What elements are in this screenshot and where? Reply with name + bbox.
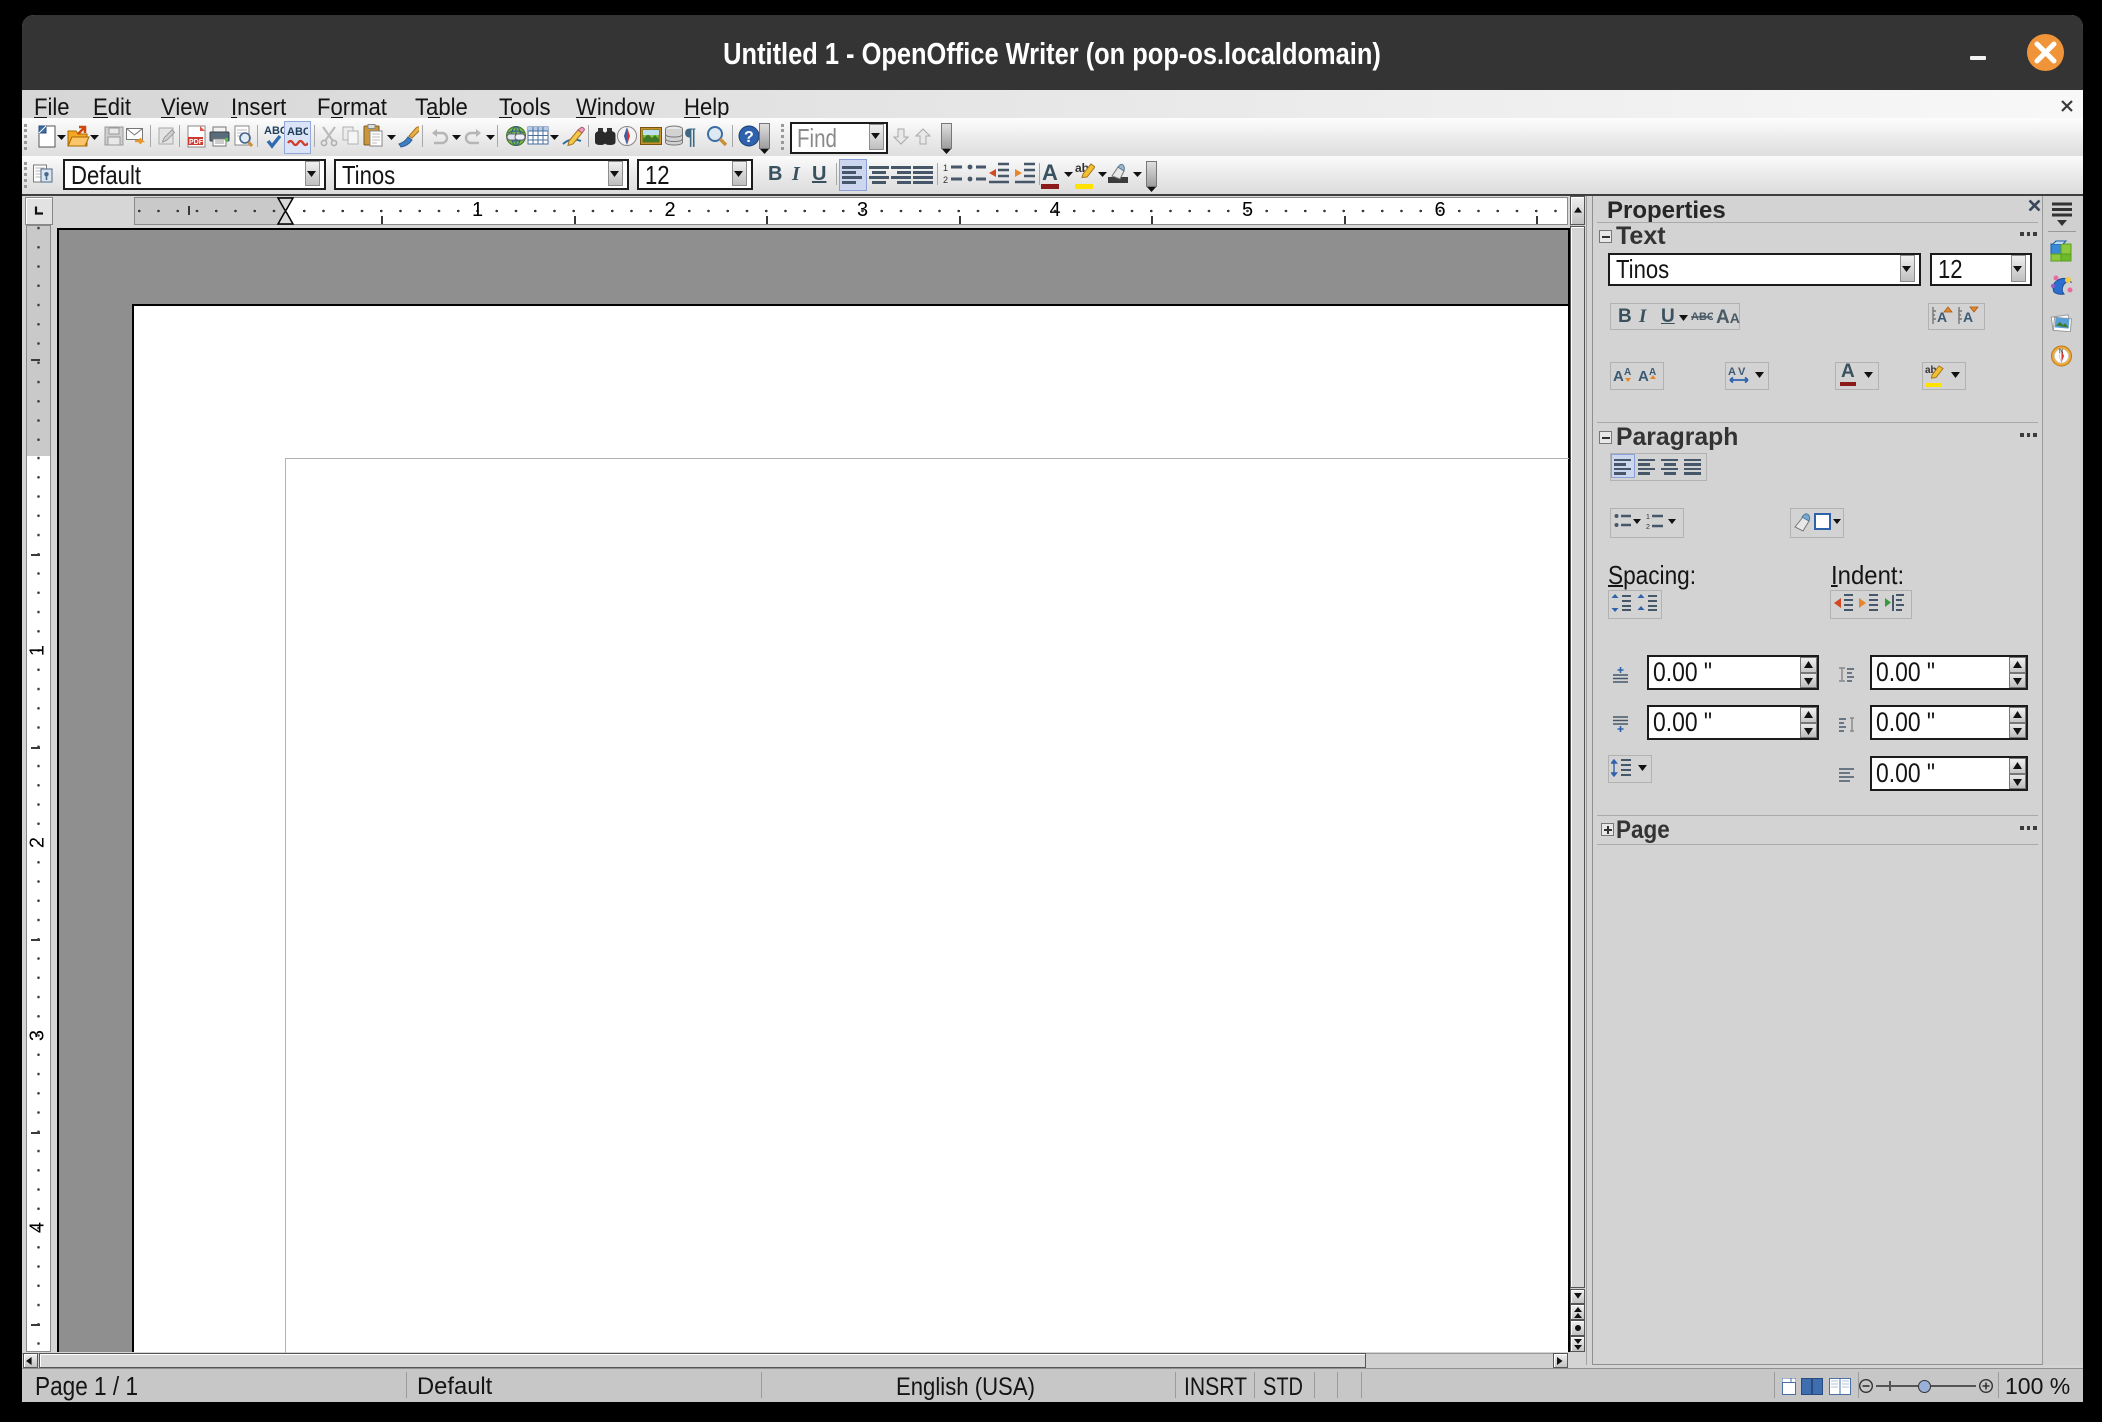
svg-text:A: A [1728, 366, 1736, 378]
svg-text:1: 1 [1646, 514, 1650, 521]
svg-text:N: N [2059, 349, 2063, 355]
svg-text:¶: ¶ [684, 124, 696, 149]
svg-text:A: A [1613, 368, 1624, 385]
svg-text:V: V [1738, 366, 1746, 378]
svg-text:A: A [1638, 368, 1649, 385]
svg-text:A: A [1963, 309, 1973, 325]
svg-text:?: ? [744, 129, 754, 146]
svg-text:2: 2 [1646, 524, 1650, 531]
svg-text:PDF: PDF [189, 139, 204, 146]
svg-text:A: A [1624, 367, 1631, 378]
svg-text:2: 2 [943, 175, 948, 185]
svg-text:ABC: ABC [287, 126, 308, 138]
svg-text:1: 1 [943, 163, 948, 173]
